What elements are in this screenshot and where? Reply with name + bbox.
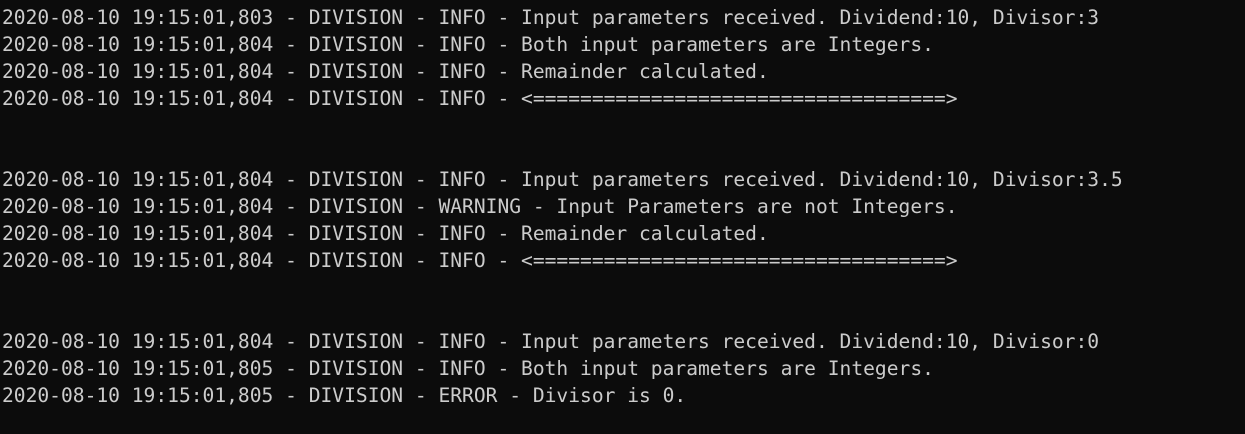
log-line: 2020-08-10 19:15:01,804 - DIVISION - INF… xyxy=(2,60,769,83)
log-line: 2020-08-10 19:15:01,804 - DIVISION - INF… xyxy=(2,222,769,245)
log-line: 2020-08-10 19:15:01,804 - DIVISION - INF… xyxy=(2,330,1100,353)
log-line: 2020-08-10 19:15:01,804 - DIVISION - INF… xyxy=(2,33,934,56)
log-line: 2020-08-10 19:15:01,803 - DIVISION - INF… xyxy=(2,6,1100,29)
log-line: 2020-08-10 19:15:01,804 - DIVISION - INF… xyxy=(2,249,958,272)
log-line: 2020-08-10 19:15:01,804 - DIVISION - INF… xyxy=(2,168,1123,191)
log-line-error: 2020-08-10 19:15:01,805 - DIVISION - ERR… xyxy=(2,384,687,407)
console-window[interactable]: 2020-08-10 19:15:01,803 - DIVISION - INF… xyxy=(0,0,1245,434)
log-output: 2020-08-10 19:15:01,803 - DIVISION - INF… xyxy=(2,4,1245,409)
log-line: 2020-08-10 19:15:01,805 - DIVISION - INF… xyxy=(2,357,934,380)
log-line: 2020-08-10 19:15:01,804 - DIVISION - INF… xyxy=(2,87,958,110)
log-line-warning: 2020-08-10 19:15:01,804 - DIVISION - WAR… xyxy=(2,195,958,218)
